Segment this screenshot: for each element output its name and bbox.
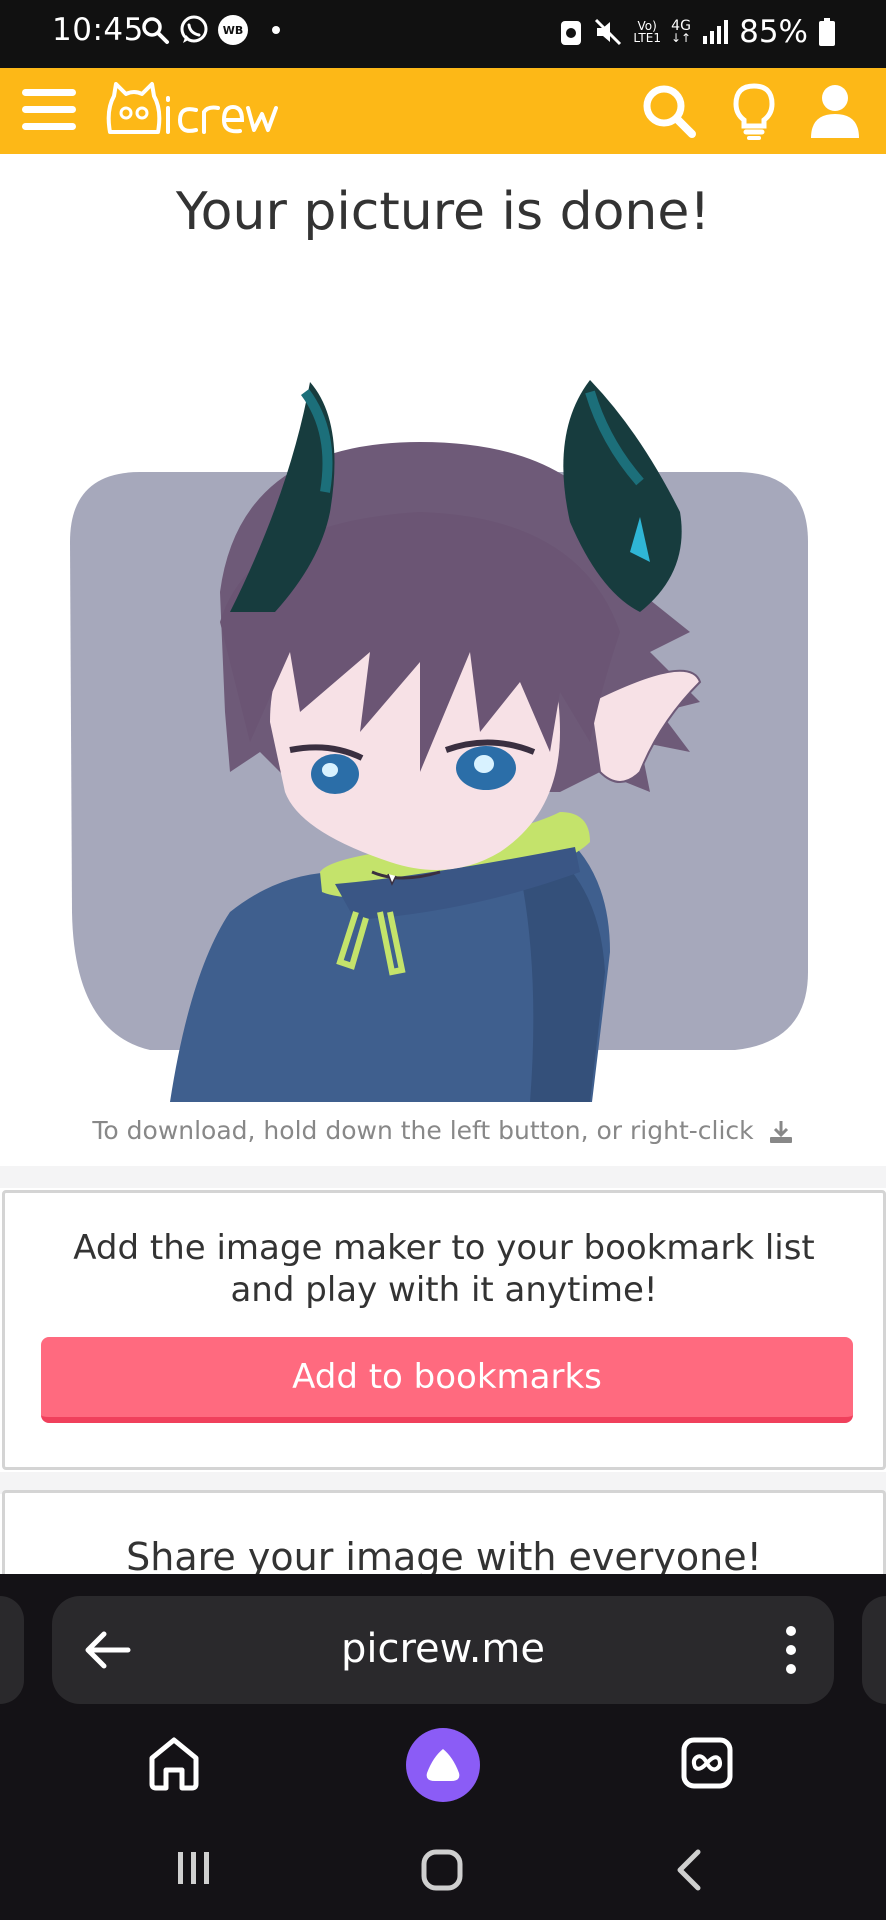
address-bar[interactable]: picrew.me — [52, 1596, 834, 1704]
app-header — [0, 68, 886, 154]
whatsapp-icon — [180, 15, 208, 43]
bookmark-card: Add the image maker to your bookmark lis… — [2, 1190, 886, 1470]
download-hint: To download, hold down the left button, … — [0, 1116, 886, 1145]
volte-label: Vo) LTE1 — [633, 20, 661, 44]
search-icon[interactable] — [640, 82, 698, 140]
result-picture[interactable] — [0, 272, 886, 1102]
tabs-icon[interactable] — [680, 1736, 734, 1790]
signal-icon — [703, 20, 729, 44]
status-time: 10:45 — [52, 12, 144, 48]
lightbulb-icon[interactable] — [730, 82, 778, 140]
data-saver-icon — [561, 21, 582, 45]
picrew-logo[interactable] — [104, 80, 280, 142]
volte-bottom-text: LTE1 — [633, 31, 661, 45]
download-hint-text: To download, hold down the left button, … — [92, 1116, 754, 1145]
user-icon[interactable] — [808, 82, 862, 140]
status-system-icons: Vo) LTE1 4G ↓↑ 85% — [559, 14, 836, 50]
previous-tab-peek[interactable] — [0, 1596, 24, 1704]
home-circle-icon[interactable] — [420, 1848, 464, 1892]
bookmark-card-text: Add the image maker to your bookmark lis… — [73, 1228, 815, 1310]
page-title: Your picture is done! — [175, 182, 711, 242]
wb-app-icon: WB — [218, 15, 248, 45]
browser-toolbar: picrew.me — [0, 1574, 886, 1920]
share-card-text: Share your image with everyone! — [126, 1535, 762, 1579]
notification-dot-icon — [272, 26, 280, 34]
download-icon — [769, 1121, 792, 1143]
recent-apps-icon[interactable] — [176, 1848, 212, 1888]
character-illustration — [70, 380, 808, 1102]
battery-percent: 85% — [739, 14, 808, 50]
status-bar: 10:45 WB Vo) LTE1 4G ↓↑ 85% — [0, 0, 886, 68]
mute-icon — [595, 18, 622, 46]
add-to-bookmarks-button[interactable]: Add to bookmarks — [41, 1337, 853, 1423]
battery-icon — [819, 18, 835, 46]
section-divider — [0, 1166, 886, 1188]
network-type-label: 4G ↓↑ — [670, 19, 692, 45]
more-vertical-icon[interactable] — [784, 1624, 798, 1676]
alice-assistant-icon[interactable] — [406, 1728, 480, 1802]
back-chevron-icon[interactable] — [674, 1848, 704, 1892]
data-arrows-icon: ↓↑ — [670, 31, 692, 45]
search-notification-icon — [142, 17, 169, 44]
menu-icon[interactable] — [22, 87, 76, 133]
home-icon[interactable] — [146, 1734, 202, 1792]
status-notification-icons: WB — [140, 14, 280, 46]
url-text[interactable]: picrew.me — [52, 1626, 834, 1672]
next-tab-peek[interactable] — [862, 1596, 886, 1704]
